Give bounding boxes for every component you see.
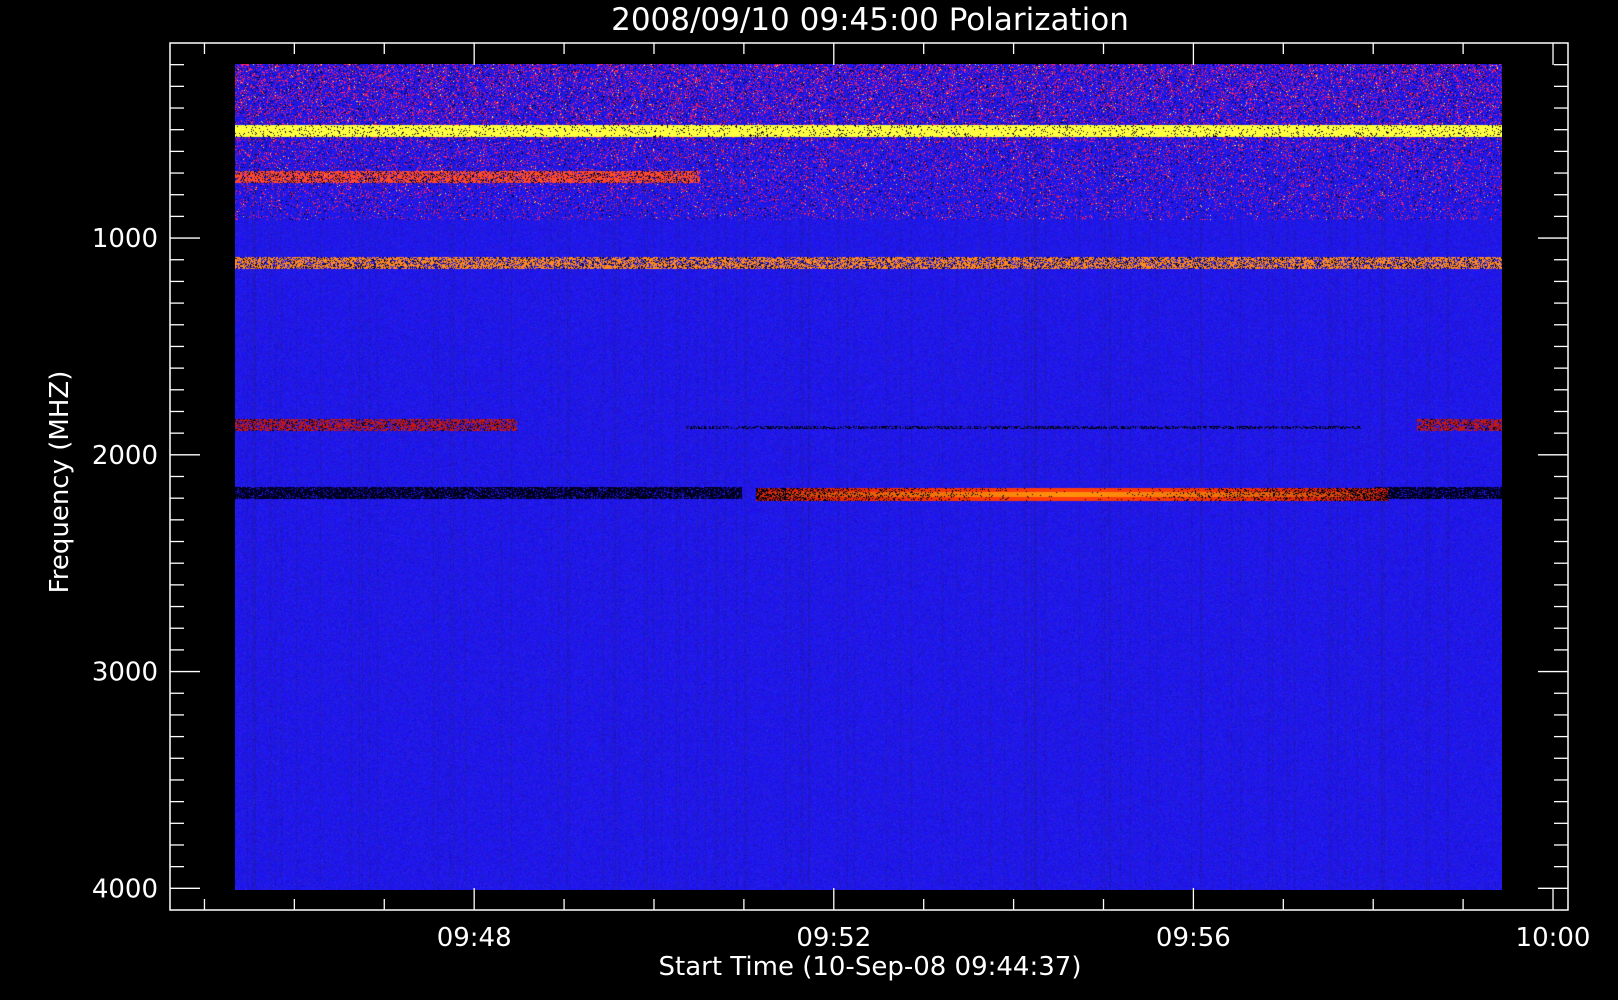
x-tick-label: 09:48 [437,923,512,953]
y-tick-label: 3000 [92,658,158,688]
heatmap-image [235,64,1502,890]
x-axis-label: Start Time (10-Sep-08 09:44:37) [659,952,1082,982]
x-tick-label: 09:52 [796,923,871,953]
y-tick-label: 1000 [92,224,158,254]
y-axis-label: Frequency (MHZ) [45,371,75,594]
x-tick-label: 09:56 [1156,923,1231,953]
spectrogram-chart: 2008/09/10 09:45:00 Polarization Frequen… [0,0,1618,1000]
x-tick-label: 10:00 [1516,923,1591,953]
chart-title: 2008/09/10 09:45:00 Polarization [611,2,1129,38]
y-tick-label: 2000 [92,441,158,471]
y-tick-label: 4000 [92,874,158,904]
heatmap-area [235,64,1502,890]
